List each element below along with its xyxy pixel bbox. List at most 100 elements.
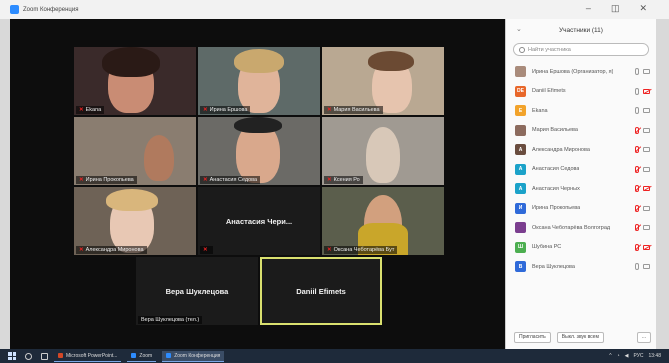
video-tile[interactable]: Анастасия Чери... ✕	[198, 187, 320, 255]
camera-icon[interactable]	[643, 127, 650, 133]
mic-icon[interactable]	[635, 263, 639, 270]
participants-footer: Пригласить Выкл. звук всем ...	[506, 325, 657, 349]
camera-icon[interactable]	[643, 108, 650, 113]
window-controls: – ◫ ✕	[586, 3, 647, 14]
participant-hair	[368, 51, 414, 71]
close-icon[interactable]: ✕	[639, 3, 647, 14]
zoom-app-icon	[10, 5, 19, 14]
camera-icon[interactable]	[643, 264, 650, 269]
video-tile[interactable]: ✕ Ирина Ершова	[198, 47, 320, 115]
video-tile[interactable]: ✕ Мария Васильева	[322, 47, 444, 115]
clock[interactable]: 13:48	[648, 353, 661, 359]
restore-icon[interactable]: ◫	[611, 3, 620, 14]
mic-icon[interactable]	[635, 68, 639, 75]
chevron-down-icon[interactable]: ⌄	[516, 25, 522, 33]
participant-status-icons	[635, 87, 650, 95]
chevron-up-icon[interactable]: ^	[609, 353, 611, 359]
participant-row[interactable]: B Вера Шуклецова	[506, 257, 656, 277]
participants-header: ⌄ Участники (11)	[506, 19, 656, 41]
language-indicator[interactable]: РУС	[633, 353, 643, 359]
participant-name-label: ✕	[200, 246, 213, 254]
video-tile[interactable]: ✕ Ekana	[74, 47, 196, 115]
muted-mic-icon[interactable]	[635, 126, 639, 134]
video-tile[interactable]: ✕ Анастасия Седова	[198, 117, 320, 185]
minimize-icon[interactable]: –	[586, 3, 591, 14]
video-tile[interactable]: ✕ Ксения Ро	[322, 117, 444, 185]
participant-row[interactable]: A Анастасия Черных	[506, 179, 656, 199]
zoom-icon	[131, 353, 137, 358]
participant-hair	[106, 189, 158, 211]
avatar: И	[515, 202, 526, 214]
avatar	[515, 124, 526, 136]
task-view-icon[interactable]	[41, 352, 48, 360]
more-options-button[interactable]: ...	[636, 331, 651, 343]
muted-mic-icon: ✕	[327, 107, 332, 113]
participant-status-icons	[635, 204, 650, 212]
participant-row[interactable]: DE Daniil Efimets	[506, 82, 656, 102]
muted-mic-icon[interactable]	[635, 165, 639, 173]
video-tile[interactable]: ✕ Александра Миронова	[74, 187, 196, 255]
mic-icon[interactable]	[635, 107, 639, 114]
participant-name: Анастасия Седова	[532, 166, 580, 173]
participant-status-icons	[635, 263, 650, 270]
muted-mic-icon[interactable]	[635, 243, 639, 251]
avatar: DE	[515, 85, 526, 97]
participant-display-name: Вера Шуклецова	[165, 286, 229, 296]
camera-icon[interactable]	[643, 69, 650, 74]
muted-mic-icon[interactable]	[635, 204, 639, 212]
camera-icon[interactable]	[643, 205, 650, 211]
invite-button[interactable]: Пригласить	[514, 331, 551, 343]
avatar: B	[515, 261, 526, 273]
camera-icon[interactable]	[643, 147, 650, 152]
participant-status-icons	[635, 68, 650, 75]
video-tile[interactable]: ✕ Оксана Чеботарёва Бут	[322, 187, 444, 255]
camera-icon[interactable]	[643, 225, 650, 230]
muted-mic-icon: ✕	[79, 107, 84, 113]
participant-status-icons	[635, 107, 650, 114]
active-speaker-tile[interactable]: Daniil Efimets	[260, 257, 382, 325]
muted-mic-icon: ✕	[203, 247, 208, 253]
muted-mic-icon[interactable]	[635, 224, 639, 231]
taskbar-app-zoom[interactable]: Zoom	[127, 351, 157, 362]
camera-icon[interactable]	[643, 166, 650, 172]
participant-row[interactable]: E Ekana	[506, 101, 656, 121]
muted-mic-icon[interactable]	[635, 146, 639, 153]
search-icon	[519, 46, 525, 53]
taskbar-app-zoom-meeting[interactable]: Zoom Конференция	[162, 350, 225, 362]
participant-row[interactable]: A Анастасия Седова	[506, 160, 656, 180]
participant-status-icons	[635, 224, 650, 231]
windows-start-icon[interactable]	[8, 352, 16, 360]
participant-video	[144, 135, 174, 181]
taskbar-app-label: Zoom Конференция	[174, 352, 221, 359]
window-title: Zoom Конференция	[23, 6, 79, 13]
camera-off-icon[interactable]	[643, 88, 650, 94]
participant-hair	[234, 49, 284, 73]
participant-row[interactable]: Ш Шубина РС	[506, 238, 656, 258]
search-icon[interactable]	[25, 352, 32, 360]
participant-row[interactable]: Ирина Ершова (Организатор, я)	[506, 62, 656, 82]
video-tile[interactable]: Вера Шуклецова Вера Шуклецова (тел.)	[136, 257, 258, 325]
participant-name: Ekana	[532, 107, 548, 114]
search-placeholder: Найти участника	[528, 46, 571, 53]
video-tile[interactable]: ✕ Ирина Прокопьева	[74, 117, 196, 185]
participant-search-input[interactable]: Найти участника	[513, 43, 649, 56]
camera-off-icon[interactable]	[643, 186, 650, 191]
zoom-icon	[166, 353, 172, 358]
participant-name: Ирина Ершова (Организатор, я)	[532, 68, 614, 75]
taskbar-app-powerpoint[interactable]: Microsoft PowerPoint...	[54, 351, 122, 362]
network-icon[interactable]: ◔	[617, 353, 620, 359]
mute-all-button[interactable]: Выкл. звук всем	[556, 331, 604, 343]
participant-row[interactable]: Оксана Чеботарёва Волгоград	[506, 218, 656, 238]
participant-name-label: ✕ Оксана Чеботарёва Бут	[324, 246, 398, 254]
volume-icon[interactable]: ◀	[625, 353, 629, 359]
participant-row[interactable]: И Ирина Прокопьева	[506, 199, 656, 219]
windows-taskbar: Microsoft PowerPoint... Zoom Zoom Конфер…	[0, 349, 669, 363]
muted-mic-icon[interactable]	[635, 185, 639, 192]
mic-icon[interactable]	[635, 87, 639, 95]
participant-row[interactable]: Мария Васильева	[506, 121, 656, 141]
participant-name: Мария Васильева	[532, 127, 578, 134]
muted-mic-icon: ✕	[79, 177, 84, 183]
camera-off-icon[interactable]	[643, 244, 650, 250]
gallery-view: ✕ Ekana ✕ Ирина Ершова ✕ Мария Васильева ✕ И…	[10, 19, 505, 349]
participant-row[interactable]: A Александра Миронова	[506, 140, 656, 160]
